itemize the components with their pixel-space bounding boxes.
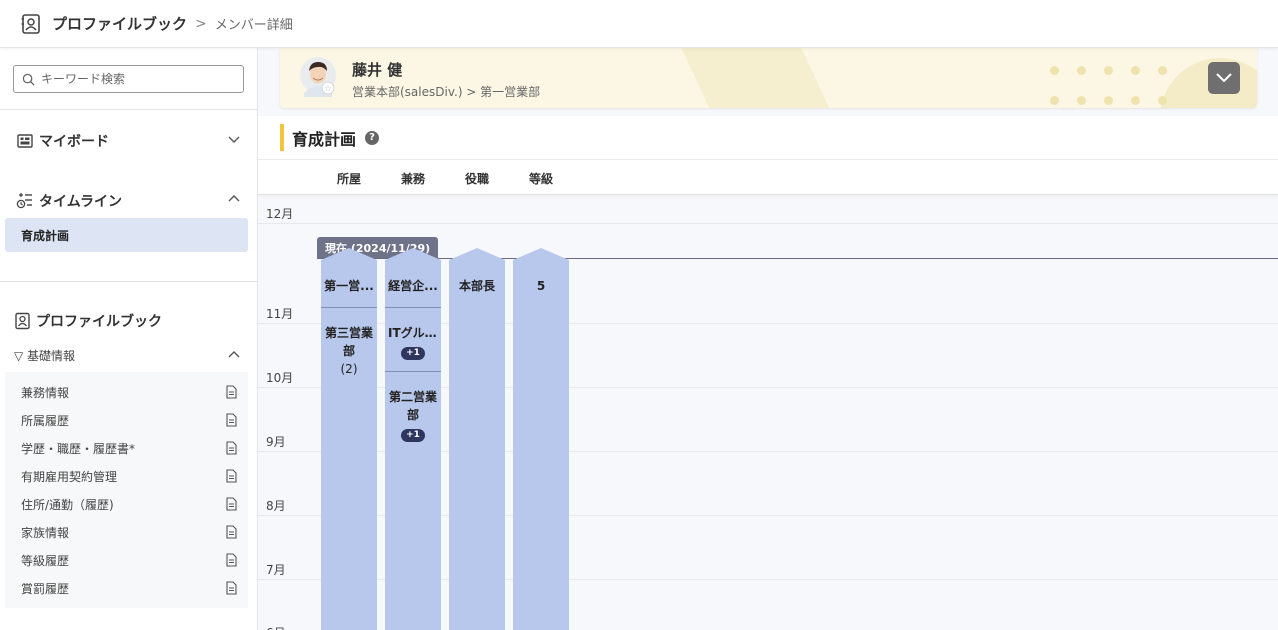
sidebar: マイボード タイムライン 育成計画 xyxy=(0,48,258,630)
sidebar-item-development-plan[interactable]: 育成計画 xyxy=(5,218,248,252)
column-arrow xyxy=(321,248,377,260)
month-label: 10月 xyxy=(266,371,294,385)
top-header: プロファイルブック > メンバー詳細 xyxy=(0,0,1278,48)
accent-bar xyxy=(280,124,284,151)
basic-item-education-career[interactable]: 学歴・職歴・履歴書* xyxy=(5,434,248,462)
month-gridline xyxy=(258,223,1278,224)
document-icon xyxy=(226,553,237,567)
document-icon xyxy=(226,385,237,399)
plan-section-header: 育成計画 ? xyxy=(258,116,1278,159)
column-header: 所屋 兼務 役職 等級 xyxy=(258,159,1278,195)
document-icon xyxy=(226,469,237,483)
document-icon xyxy=(226,581,237,595)
column-header-affiliation: 所屋 xyxy=(336,172,361,186)
month-label: 12月 xyxy=(266,207,294,221)
plan-title: 育成計画 xyxy=(292,129,357,149)
cell-divider xyxy=(321,307,377,308)
main-content: ☆ 藤井 健 営業本部(salesDiv.) > 第一営業部 育成計画 ? 所屋… xyxy=(258,48,1278,630)
cell-divider xyxy=(385,371,441,372)
basic-item-rewards-penalties[interactable]: 賞罰履歴 xyxy=(5,574,248,602)
affiliation-planned[interactable]: 第三営業 部 (2) xyxy=(321,324,377,378)
document-icon xyxy=(226,413,237,427)
month-label: 8月 xyxy=(266,499,286,513)
basic-item-fixed-term-contract[interactable]: 有期雇用契約管理 xyxy=(5,462,248,490)
avatar[interactable]: ☆ xyxy=(300,57,336,97)
concurrent-planned-2[interactable]: 第二営業 部 +1 xyxy=(385,388,441,442)
column-header-grade: 等級 xyxy=(528,172,553,186)
member-name: 藤井 健 xyxy=(352,61,403,79)
column-header-position: 役職 xyxy=(464,172,489,186)
basic-item-family[interactable]: 家族情報 xyxy=(5,518,248,546)
month-label: 11月 xyxy=(266,307,294,321)
search-input[interactable] xyxy=(41,72,231,86)
svg-text:☆: ☆ xyxy=(324,84,331,93)
column-arrow xyxy=(385,248,441,260)
search-icon xyxy=(22,73,35,86)
chevron-down-icon xyxy=(1216,73,1232,83)
myboard-label: マイボード xyxy=(39,134,109,150)
position-current[interactable]: 本部長 xyxy=(449,277,505,295)
timeline-icon xyxy=(16,193,32,209)
basic-info-label: ▽ 基礎情報 xyxy=(14,348,76,363)
chevron-down-icon[interactable] xyxy=(227,132,241,146)
breadcrumb-separator: > xyxy=(195,15,207,32)
more-badge[interactable]: +1 xyxy=(401,429,425,442)
myboard-section[interactable]: マイボード xyxy=(0,124,257,158)
affiliation-column[interactable]: 第一営... 第三営業 部 (2) xyxy=(321,248,377,630)
expand-profile-button[interactable] xyxy=(1208,62,1240,94)
basic-item-affiliation-history[interactable]: 所属履歴 xyxy=(5,406,248,434)
cell-divider xyxy=(385,307,441,308)
app-title[interactable]: プロファイルブック xyxy=(52,13,187,34)
basic-info-section[interactable]: ▽ 基礎情報 xyxy=(0,342,257,368)
document-icon xyxy=(226,441,237,455)
search-box[interactable] xyxy=(13,65,244,93)
affiliation-current[interactable]: 第一営... xyxy=(321,277,377,295)
column-arrow xyxy=(513,248,569,260)
chevron-up-icon[interactable] xyxy=(227,348,241,362)
column-header-concurrent: 兼務 xyxy=(400,172,425,186)
basic-item-concurrent[interactable]: 兼務情報 xyxy=(5,378,248,406)
month-label: 7月 xyxy=(266,563,286,577)
month-label: 6月 xyxy=(266,624,286,630)
concurrent-planned-1[interactable]: ITグル... +1 xyxy=(385,324,441,360)
basic-item-grade-history[interactable]: 等級履歴 xyxy=(5,546,248,574)
position-column[interactable]: 本部長 xyxy=(449,248,505,630)
timeline-label: タイムライン xyxy=(39,194,123,210)
search-area xyxy=(0,48,257,110)
profilebook-label: プロファイルブック xyxy=(36,314,162,330)
profile-card: ☆ 藤井 健 営業本部(salesDiv.) > 第一営業部 xyxy=(280,48,1257,108)
document-icon xyxy=(226,497,237,511)
grade-column[interactable]: 5 xyxy=(513,248,569,630)
basic-item-address-commute[interactable]: 住所/通勤（履歴) xyxy=(5,490,248,518)
column-arrow xyxy=(449,248,505,260)
help-icon[interactable]: ? xyxy=(365,130,380,145)
profile-book-icon xyxy=(21,13,40,34)
chevron-up-icon[interactable] xyxy=(227,192,241,206)
concurrent-column[interactable]: 経営企... ITグル... +1 第二営業 部 +1 xyxy=(385,248,441,630)
dashboard-icon xyxy=(17,134,33,148)
more-badge[interactable]: +1 xyxy=(401,347,425,360)
profile-book-icon xyxy=(15,312,30,330)
decoration-shape xyxy=(662,48,858,108)
breadcrumb-current: メンバー詳細 xyxy=(214,18,293,33)
timeline-grid: 12月 11月 10月 9月 8月 7月 6月 現在 (2024/11/29) … xyxy=(258,196,1278,630)
document-icon xyxy=(226,525,237,539)
month-label: 9月 xyxy=(266,435,286,449)
timeline-section[interactable]: タイムライン xyxy=(0,184,257,218)
member-department: 営業本部(salesDiv.) > 第一営業部 xyxy=(352,85,541,99)
concurrent-current[interactable]: 経営企... xyxy=(385,277,441,295)
profilebook-section[interactable]: プロファイルブック xyxy=(0,304,257,338)
basic-info-list: 兼務情報 所属履歴 学歴・職歴・履歴書* 有期雇用契約管理 住所/通勤（履歴) … xyxy=(5,372,248,608)
grade-current[interactable]: 5 xyxy=(513,277,569,295)
decoration-dots xyxy=(1050,66,1167,105)
